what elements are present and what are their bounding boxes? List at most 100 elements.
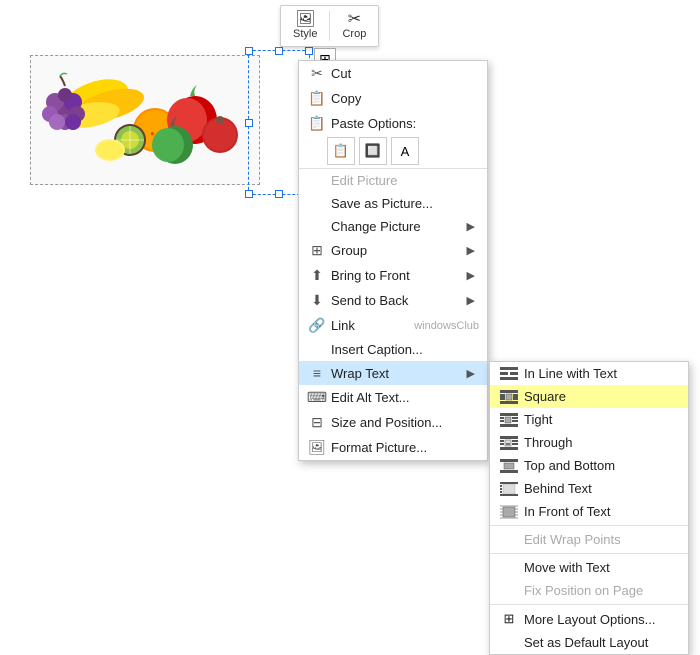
in-front-text-icon	[498, 505, 520, 519]
fruit-image[interactable]: ●	[30, 55, 260, 185]
alt-text-icon: ⌨	[307, 389, 327, 406]
menu-item-cut[interactable]: ✂ Cut	[299, 61, 487, 86]
submenu-top-bottom[interactable]: Top and Bottom	[490, 454, 688, 477]
send-back-arrow: ▶	[467, 294, 475, 307]
handle-top-middle[interactable]	[275, 47, 283, 55]
menu-item-link[interactable]: 🔗 Link windowsClub	[299, 313, 487, 338]
menu-item-format-picture[interactable]: 🖼 Format Picture...	[299, 435, 487, 460]
change-picture-arrow: ▶	[467, 220, 475, 233]
bring-front-icon: ⬆	[307, 267, 327, 284]
top-bottom-icon	[498, 459, 520, 473]
group-label: Group	[331, 243, 459, 258]
submenu-separator-3	[490, 604, 688, 605]
group-arrow: ▶	[467, 244, 475, 257]
submenu-in-front-text[interactable]: In Front of Text	[490, 500, 688, 523]
paste-options-label: Paste Options:	[331, 116, 475, 131]
wrap-text-icon: ≡	[307, 365, 327, 381]
menu-item-group[interactable]: ⊞ Group ▶	[299, 238, 487, 263]
style-icon: 🖼	[295, 12, 315, 28]
paste-keep-source[interactable]: 📋	[327, 137, 355, 165]
wrap-text-arrow: ▶	[467, 367, 475, 380]
bring-front-arrow: ▶	[467, 269, 475, 282]
crop-label: Crop	[342, 28, 366, 40]
menu-item-send-to-back[interactable]: ⬇ Send to Back ▶	[299, 288, 487, 313]
submenu-separator-2	[490, 553, 688, 554]
copy-label: Copy	[331, 91, 475, 106]
default-layout-label: Set as Default Layout	[524, 635, 676, 650]
crop-button[interactable]: ✂ Crop	[338, 10, 370, 42]
crop-icon: ✂	[348, 12, 361, 28]
menu-item-bring-to-front[interactable]: ⬆ Bring to Front ▶	[299, 263, 487, 288]
ribbon-toolbar: 🖼 Style ✂ Crop	[280, 5, 379, 47]
submenu-inline-text[interactable]: In Line with Text	[490, 362, 688, 385]
send-back-label: Send to Back	[331, 293, 459, 308]
submenu-separator-1	[490, 525, 688, 526]
submenu-set-default-layout[interactable]: Set as Default Layout	[490, 631, 688, 654]
submenu-tight[interactable]: Tight	[490, 408, 688, 431]
tight-icon	[498, 413, 520, 427]
fix-position-label: Fix Position on Page	[524, 583, 676, 598]
in-front-text-label: In Front of Text	[524, 504, 676, 519]
menu-item-wrap-text[interactable]: ≡ Wrap Text ▶ In Line with Text Squa	[299, 361, 487, 385]
menu-item-size-and-position[interactable]: ⊟ Size and Position...	[299, 410, 487, 435]
save-picture-label: Save as Picture...	[331, 196, 475, 211]
handle-top-left[interactable]	[245, 47, 253, 55]
style-label: Style	[293, 28, 317, 40]
more-layout-label: More Layout Options...	[524, 612, 676, 627]
format-picture-icon: 🖼	[307, 439, 327, 456]
toolbar-divider	[329, 11, 330, 41]
size-position-icon: ⊟	[307, 414, 327, 431]
handle-bottom-middle[interactable]	[275, 190, 283, 198]
copy-icon: 📋	[307, 90, 327, 107]
submenu-square[interactable]: Square	[490, 385, 688, 408]
behind-text-label: Behind Text	[524, 481, 676, 496]
format-picture-label: Format Picture...	[331, 440, 475, 455]
menu-item-paste-options-label: 📋 Paste Options:	[299, 111, 487, 134]
bring-front-label: Bring to Front	[331, 268, 459, 283]
submenu-through[interactable]: Through	[490, 431, 688, 454]
top-bottom-label: Top and Bottom	[524, 458, 676, 473]
menu-item-insert-caption[interactable]: Insert Caption...	[299, 338, 487, 361]
submenu-edit-wrap-points: Edit Wrap Points	[490, 528, 688, 551]
paste-keep-text[interactable]: A	[391, 137, 419, 165]
through-icon	[498, 436, 520, 450]
behind-text-icon	[498, 482, 520, 496]
change-picture-label: Change Picture	[331, 219, 459, 234]
submenu-behind-text[interactable]: Behind Text	[490, 477, 688, 500]
more-layout-icon: ⊞	[498, 611, 520, 627]
paste-merge-formatting[interactable]: 🔲	[359, 137, 387, 165]
caption-label: Insert Caption...	[331, 342, 475, 357]
move-with-text-label: Move with Text	[524, 560, 676, 575]
wrap-text-submenu: In Line with Text Square Tight	[489, 361, 689, 655]
cut-icon: ✂	[307, 65, 327, 82]
paste-icon: 📋	[307, 115, 327, 132]
menu-item-save-as-picture[interactable]: Save as Picture...	[299, 192, 487, 215]
submenu-fix-position: Fix Position on Page	[490, 579, 688, 602]
through-label: Through	[524, 435, 676, 450]
menu-item-copy[interactable]: 📋 Copy	[299, 86, 487, 111]
edit-wrap-label: Edit Wrap Points	[524, 532, 676, 547]
square-label: Square	[524, 389, 676, 404]
inline-icon	[498, 367, 520, 381]
send-back-icon: ⬇	[307, 292, 327, 309]
size-position-label: Size and Position...	[331, 415, 475, 430]
menu-item-edit-alt-text[interactable]: ⌨ Edit Alt Text...	[299, 385, 487, 410]
paste-options-row: 📋 🔲 A	[299, 134, 487, 169]
wrap-text-label: Wrap Text	[331, 366, 459, 381]
menu-item-edit-picture: Edit Picture	[299, 169, 487, 192]
style-button[interactable]: 🖼 Style	[289, 10, 321, 42]
menu-item-change-picture[interactable]: Change Picture ▶	[299, 215, 487, 238]
context-menu: ✂ Cut 📋 Copy 📋 Paste Options: 📋 🔲 A Edit…	[298, 60, 488, 461]
canvas-area: ●	[0, 0, 700, 535]
square-icon	[498, 390, 520, 404]
inline-label: In Line with Text	[524, 366, 676, 381]
tight-label: Tight	[524, 412, 676, 427]
alt-text-label: Edit Alt Text...	[331, 390, 475, 405]
handle-top-right[interactable]	[305, 47, 313, 55]
link-icon: 🔗	[307, 317, 327, 334]
handle-bottom-left[interactable]	[245, 190, 253, 198]
cut-label: Cut	[331, 66, 475, 81]
submenu-move-with-text[interactable]: Move with Text	[490, 556, 688, 579]
submenu-more-layout[interactable]: ⊞ More Layout Options...	[490, 607, 688, 631]
edit-picture-label: Edit Picture	[331, 173, 475, 188]
